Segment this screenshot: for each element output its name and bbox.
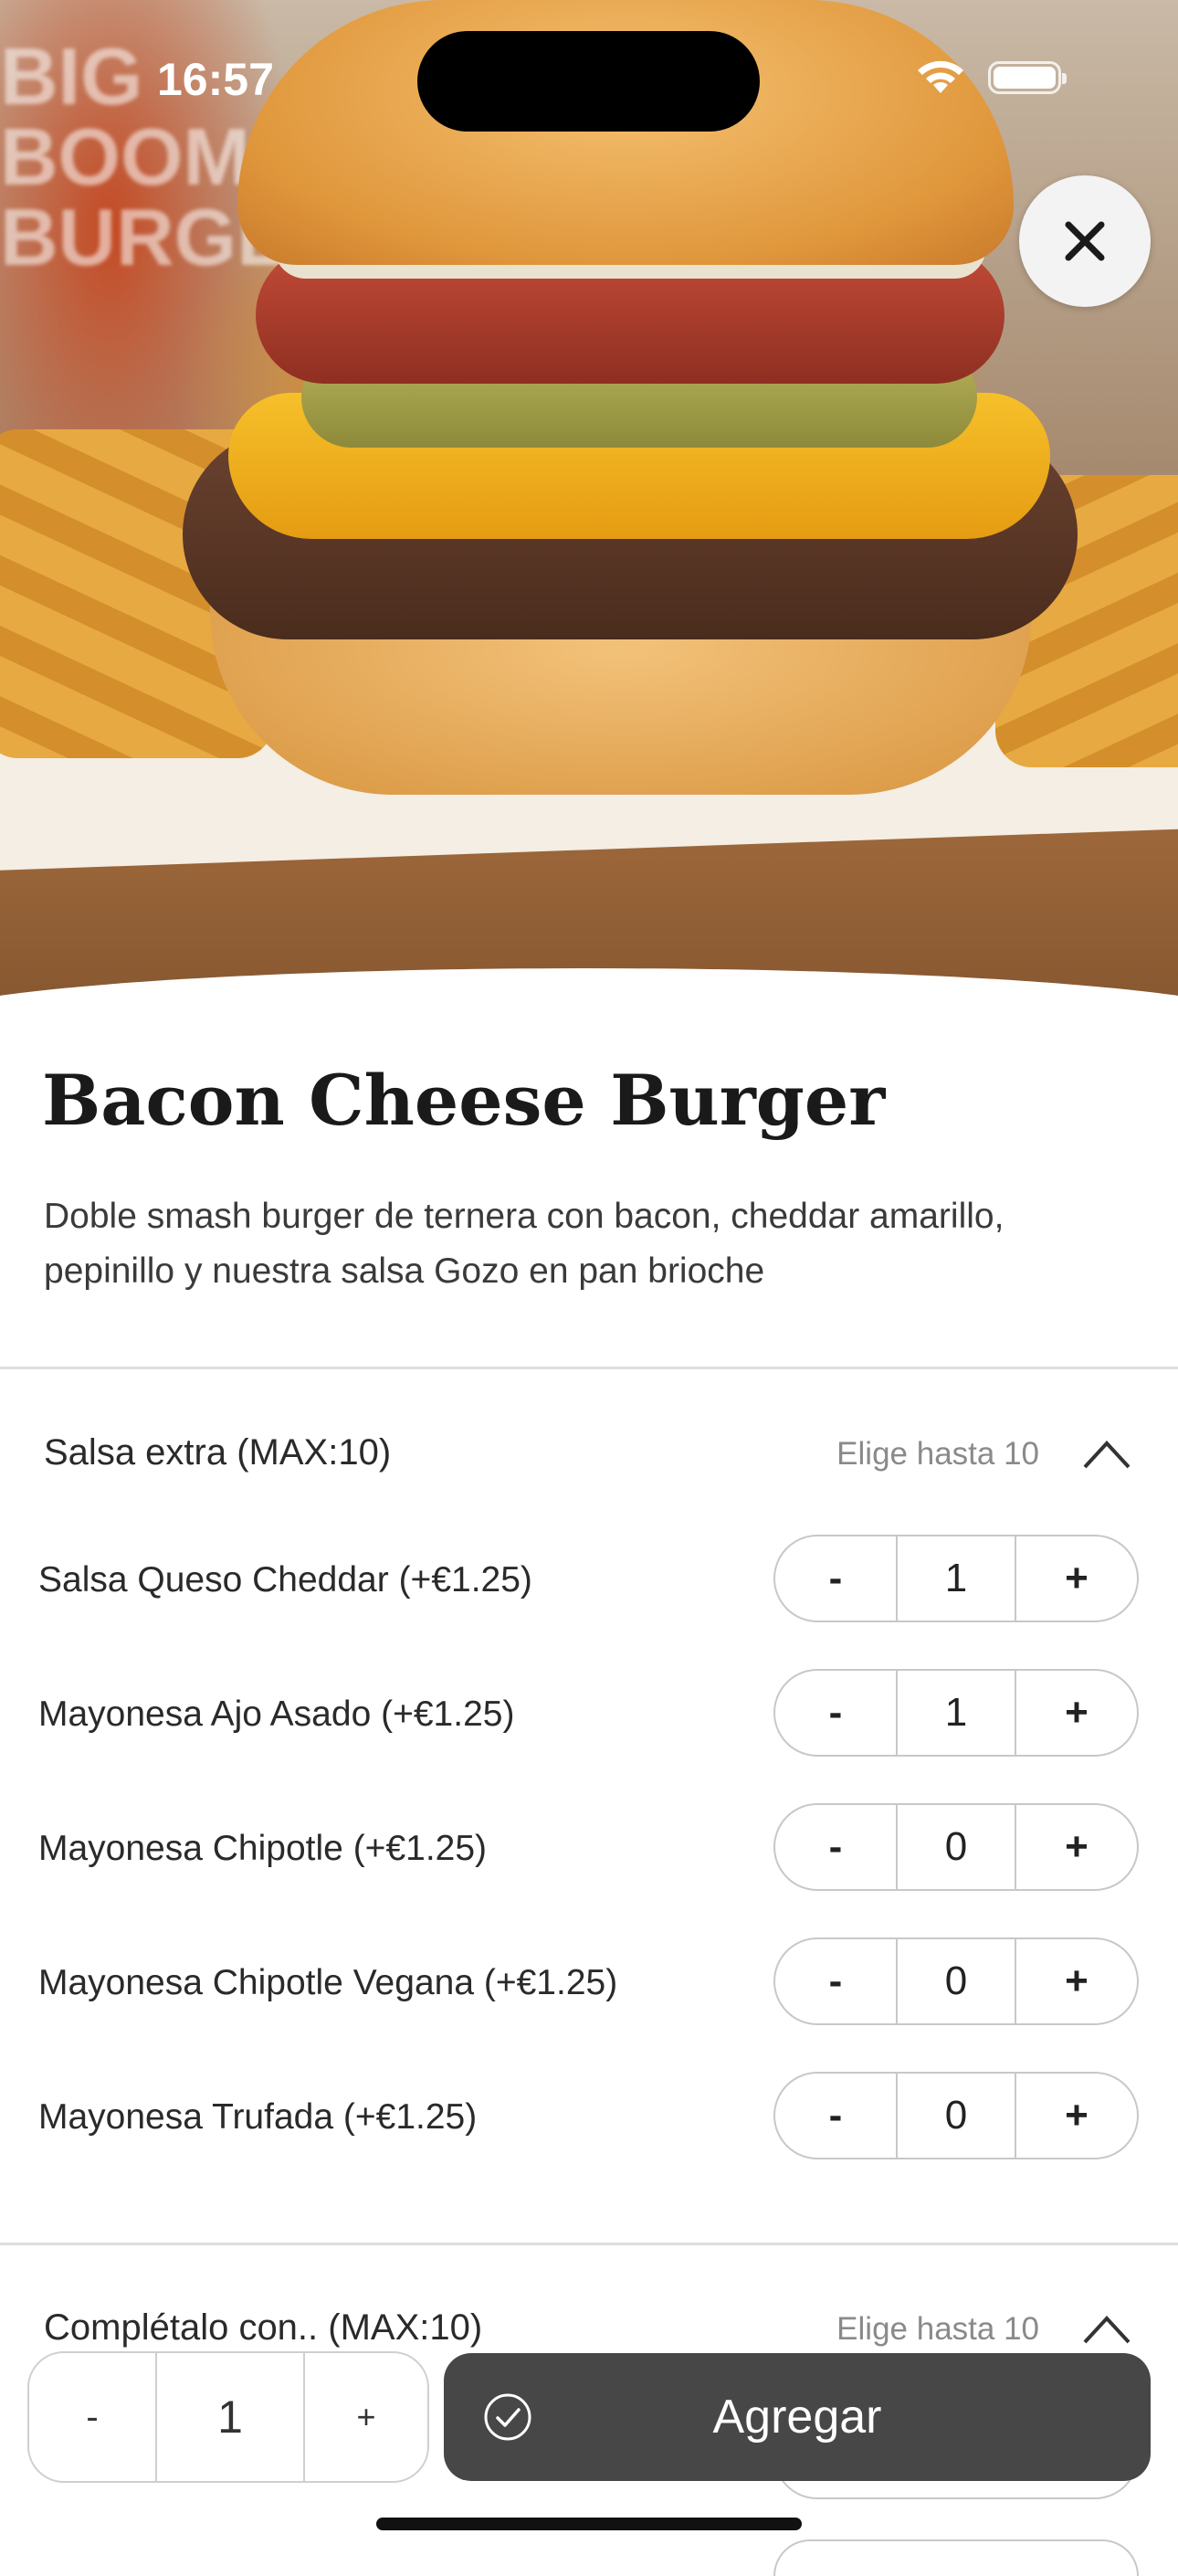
close-button[interactable] — [1019, 175, 1151, 307]
option-row: Mayonesa Trufada (+€1.25) - 0 + — [38, 2072, 1141, 2163]
quantity-value: 0 — [898, 1805, 1016, 1889]
option-row: Salsa Queso Cheddar (+€1.25) - 1 + — [38, 1535, 1141, 1626]
option-name: Salsa Queso Cheddar (+€1.25) — [38, 1560, 532, 1599]
section-hint: Elige hasta 10 — [836, 1436, 1039, 1472]
quantity-stepper: - 1 + — [773, 1669, 1139, 1757]
battery-icon — [988, 61, 1067, 94]
quantity-value: 0 — [898, 1939, 1016, 2023]
order-quantity-stepper: - 1 + — [27, 2351, 429, 2483]
quantity-stepper: - 1 + — [773, 1535, 1139, 1622]
decrement-button[interactable]: - — [775, 1671, 898, 1755]
option-name: Mayonesa Trufada (+€1.25) — [38, 2097, 478, 2137]
status-time: 16:57 — [157, 54, 274, 105]
quantity-stepper: - 0 + — [773, 1803, 1139, 1891]
add-to-cart-button[interactable]: Agregar — [444, 2353, 1151, 2481]
increment-button[interactable]: + — [1016, 1805, 1137, 1889]
option-row: Mayonesa Chipotle Vegana (+€1.25) - 0 + — [38, 1937, 1141, 2029]
section-hint: Elige hasta 10 — [836, 2311, 1039, 2347]
hero-image: BIG BOOM BURGE — [0, 0, 1178, 1005]
chevron-up-icon[interactable] — [1081, 1436, 1132, 1473]
decrement-button[interactable]: - — [775, 1536, 898, 1621]
option-name: Mayonesa Chipotle (+€1.25) — [38, 1829, 488, 1868]
decrement-button[interactable]: - — [775, 1939, 898, 2023]
decrement-button[interactable]: - — [775, 2074, 898, 2158]
increment-button[interactable]: + — [1016, 1671, 1137, 1755]
order-increment-button[interactable]: + — [305, 2353, 427, 2481]
section-label: Salsa extra (MAX:10) — [44, 1432, 392, 1473]
quantity-stepper: - 0 + — [773, 2072, 1139, 2159]
quantity-stepper: - 0 + — [773, 1937, 1139, 2025]
add-button-label: Agregar — [712, 2391, 882, 2444]
quantity-value: 1 — [898, 1536, 1016, 1621]
check-circle-icon — [484, 2393, 531, 2441]
chevron-up-icon[interactable] — [1081, 2311, 1132, 2348]
home-indicator — [376, 2518, 802, 2530]
increment-button[interactable]: + — [1016, 1939, 1137, 2023]
option-name: Mayonesa Chipotle Vegana (+€1.25) — [38, 1963, 618, 2002]
product-description: Doble smash burger de ternera con bacon,… — [44, 1197, 1004, 1291]
quantity-value: 1 — [898, 1671, 1016, 1755]
option-name: Mayonesa Ajo Asado (+€1.25) — [38, 1694, 515, 1734]
section-label: Complétalo con.. (MAX:10) — [44, 2307, 483, 2348]
divider — [0, 2243, 1178, 2245]
divider — [0, 1367, 1178, 1369]
product-title: Bacon Cheese Burger — [42, 1060, 886, 1141]
decrement-button[interactable]: - — [775, 1805, 898, 1889]
close-icon — [1065, 221, 1105, 261]
increment-button[interactable]: + — [1016, 1536, 1137, 1621]
order-decrement-button[interactable]: - — [29, 2353, 157, 2481]
option-row: Mayonesa Chipotle (+€1.25) - 0 + — [38, 1803, 1141, 1895]
dynamic-island — [417, 31, 760, 132]
option-row: Mayonesa Ajo Asado (+€1.25) - 1 + — [38, 1669, 1141, 1760]
section-header-salsa-extra[interactable]: Salsa extra (MAX:10) Elige hasta 10 — [44, 1432, 1140, 1487]
quantity-value: 0 — [898, 2074, 1016, 2158]
order-quantity-value: 1 — [157, 2353, 305, 2481]
wifi-icon — [918, 60, 963, 93]
increment-button[interactable]: + — [1016, 2074, 1137, 2158]
